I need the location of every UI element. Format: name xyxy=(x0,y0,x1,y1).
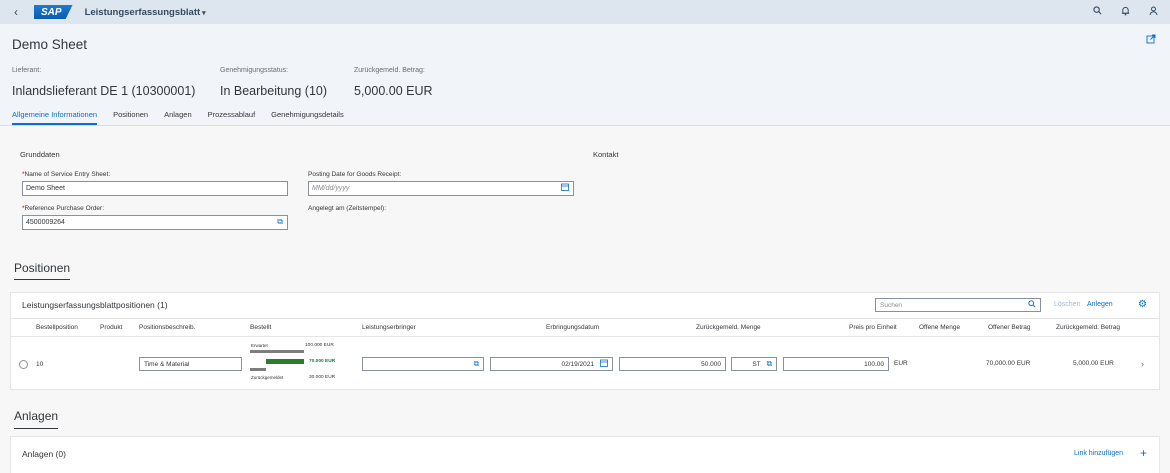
quantity-value: 50.000 xyxy=(701,360,721,368)
sap-logo[interactable]: SAP xyxy=(34,5,73,19)
tab-general-info[interactable]: Allgemeine Informationen xyxy=(12,110,98,125)
price-currency: EUR xyxy=(894,360,908,367)
po-field[interactable]: 4500009264 ⧉ xyxy=(22,215,288,230)
attachments-section-title: Anlagen xyxy=(14,409,59,423)
date-value: 02/19/2021 xyxy=(561,360,594,368)
page-title: Demo Sheet xyxy=(12,37,88,52)
row-select-radio[interactable] xyxy=(19,360,28,369)
reported-amount-value: 5,000.00 EUR xyxy=(354,84,433,98)
supplier-label: Lieferant: xyxy=(12,67,42,74)
user-icon[interactable] xyxy=(1146,6,1160,19)
ordered-value: 70.000 EUR xyxy=(309,359,336,364)
section-underline xyxy=(14,428,58,429)
unit-value: ST xyxy=(752,360,761,368)
unit-input[interactable]: ST ⧉ xyxy=(731,357,777,371)
posting-date-field[interactable]: MM/dd/yyyy xyxy=(308,181,574,196)
posting-date-label: Posting Date for Goods Receipt: xyxy=(308,171,402,178)
po-label: *Reference Purchase Order: xyxy=(22,205,104,212)
value-help-icon[interactable]: ⧉ xyxy=(474,359,479,369)
search-input[interactable]: Suchen xyxy=(875,298,1041,312)
kontakt-heading: Kontakt xyxy=(593,150,619,159)
calendar-icon[interactable] xyxy=(600,359,608,369)
quantity-input[interactable]: 50.000 xyxy=(619,357,726,371)
delete-button[interactable]: Löschen xyxy=(1054,301,1080,308)
col-produkt: Produkt xyxy=(100,324,123,331)
date-input[interactable]: 02/19/2021 xyxy=(490,357,613,371)
create-button[interactable]: Anlegen xyxy=(1087,301,1113,308)
approval-status-label: Genehmigungsstatus: xyxy=(220,67,289,74)
tab-positions[interactable]: Positionen xyxy=(113,110,148,125)
po-label-text: Reference Purchase Order: xyxy=(24,205,105,212)
positions-table-title: Leistungserfassungsblattpositionen (1) xyxy=(22,300,168,310)
posting-date-placeholder: MM/dd/yyyy xyxy=(312,185,350,192)
value-help-icon[interactable]: ⧉ xyxy=(767,359,772,369)
chevron-left-icon: ‹ xyxy=(14,5,18,19)
search-icon[interactable] xyxy=(1028,300,1036,310)
price-value: 100.00 xyxy=(864,360,884,368)
object-header: Demo Sheet Lieferant: Inlandslieferant D… xyxy=(0,24,1170,126)
tab-attachments[interactable]: Anlagen xyxy=(164,110,192,125)
app-title-menu[interactable]: Leistungserfassungsblatt ▾ xyxy=(85,7,206,18)
attachments-table-title: Anlagen (0) xyxy=(22,449,66,459)
header-divider xyxy=(11,318,1159,319)
col-preis-pro-einheit: Preis pro Einheit xyxy=(849,324,897,331)
col-positionsbeschreib: Positionsbeschreib. xyxy=(139,324,196,331)
reported-bar xyxy=(250,368,266,371)
value-help-icon[interactable]: ⧉ xyxy=(277,217,283,227)
col-offene-menge: Offene Menge xyxy=(919,324,961,331)
row-navigate-chevron-icon[interactable]: › xyxy=(1141,359,1144,369)
share-icon[interactable] xyxy=(1146,34,1156,47)
back-button[interactable]: ‹ xyxy=(4,0,28,24)
supplier-value: Inlandslieferant DE 1 (10300001) xyxy=(12,84,196,98)
description-input[interactable]: Time & Material xyxy=(139,357,242,371)
sheet-name-label-text: Name of Service Entry Sheet: xyxy=(24,171,111,178)
ordered-bar xyxy=(266,359,304,364)
price-input[interactable]: 100.00 xyxy=(783,357,889,371)
grunddaten-heading: Grunddaten xyxy=(20,150,60,159)
positions-section-title: Positionen xyxy=(14,261,71,275)
search-icon[interactable] xyxy=(1090,6,1104,18)
sheet-name-label: *Name of Service Entry Sheet: xyxy=(22,171,110,178)
expected-bar xyxy=(250,350,304,353)
col-leistungserbringer: Leistungserbringer xyxy=(362,324,416,331)
po-value: 4500009264 xyxy=(26,219,65,226)
tab-process-flow[interactable]: Prozessablauf xyxy=(208,110,256,125)
calendar-icon[interactable] xyxy=(561,183,569,193)
shell-bar: ‹ SAP Leistungserfassungsblatt ▾ xyxy=(0,0,1170,24)
caret-down-icon: ▾ xyxy=(202,9,206,17)
settings-gear-icon[interactable]: ⚙ xyxy=(1138,299,1147,310)
positions-table-card: Leistungserfassungsblattpositionen (1) S… xyxy=(10,292,1160,390)
row-divider xyxy=(11,336,1159,337)
col-offener-betrag: Offener Betrag xyxy=(988,324,1031,331)
created-at-label: Angelegt am (Zeitstempel): xyxy=(308,205,387,212)
tab-approval-details[interactable]: Genehmigungsdetails xyxy=(271,110,344,125)
add-icon[interactable]: + xyxy=(1140,446,1147,460)
col-erbringungsdatum: Erbringungsdatum xyxy=(546,324,600,331)
open-amount: 70,000.00 EUR xyxy=(986,360,1031,367)
provider-input[interactable]: ⧉ xyxy=(362,357,484,371)
reported-label: Zurückgemeldet xyxy=(251,375,284,380)
col-bestellt: Bestellt xyxy=(250,324,272,331)
section-underline xyxy=(14,279,70,280)
attachments-card: Anlagen (0) Link hinzufügen + xyxy=(10,436,1160,473)
col-zurueckgemeld-menge: Zurückgemeld. Menge xyxy=(696,324,761,331)
expected-value: 100.000 EUR xyxy=(305,343,334,348)
col-bestellposition: Bestellposition xyxy=(36,324,78,331)
search-placeholder: Suchen xyxy=(880,301,903,309)
reported-amount: 5,000.00 EUR xyxy=(1073,360,1114,367)
cell-bestellposition: 10 xyxy=(36,361,44,368)
tab-bar: Allgemeine Informationen Positionen Anla… xyxy=(12,110,360,125)
description-value: Time & Material xyxy=(144,360,190,368)
expected-label: Erwartet xyxy=(251,343,268,348)
reported-value: 30.000 EUR xyxy=(309,375,336,380)
add-link-button[interactable]: Link hinzufügen xyxy=(1074,450,1123,457)
reported-amount-label: Zurückgemeld. Betrag: xyxy=(354,67,425,74)
approval-status-value: In Bearbeitung (10) xyxy=(220,84,328,98)
sheet-name-field[interactable]: Demo Sheet xyxy=(22,181,288,196)
sheet-name-value: Demo Sheet xyxy=(26,185,65,192)
bell-icon[interactable] xyxy=(1118,6,1132,19)
col-zurueckgemeld-betrag: Zurückgemeld. Betrag xyxy=(1056,324,1120,331)
app-title: Leistungserfassungsblatt xyxy=(84,6,201,18)
